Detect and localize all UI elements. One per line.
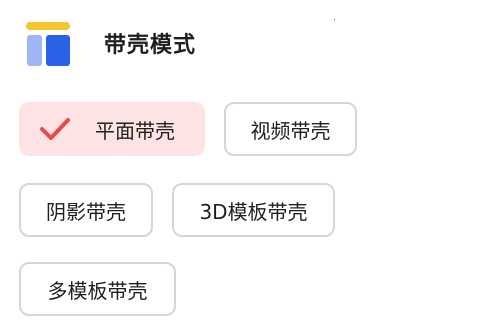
layout-template-icon [26, 20, 70, 66]
option-video-shell[interactable]: 视频带壳 [224, 102, 357, 156]
option-flat-shell[interactable]: 平面带壳 [19, 102, 205, 156]
option-label: 阴影带壳 [46, 199, 126, 224]
option-3d-template-shell[interactable]: 3D模板带壳 [172, 183, 335, 237]
option-shadow-shell[interactable]: 阴影带壳 [19, 183, 153, 237]
option-label: 平面带壳 [95, 118, 175, 143]
page-title: 带壳模式 [104, 33, 197, 58]
header: 带壳模式 [26, 18, 195, 68]
checkmark-icon [40, 118, 70, 140]
stray-dot [334, 19, 335, 20]
option-label: 3D模板带壳 [199, 199, 308, 224]
option-multi-template-shell[interactable]: 多模板带壳 [19, 262, 176, 316]
option-label: 视频带壳 [250, 118, 331, 143]
option-label: 多模板带壳 [47, 278, 148, 303]
